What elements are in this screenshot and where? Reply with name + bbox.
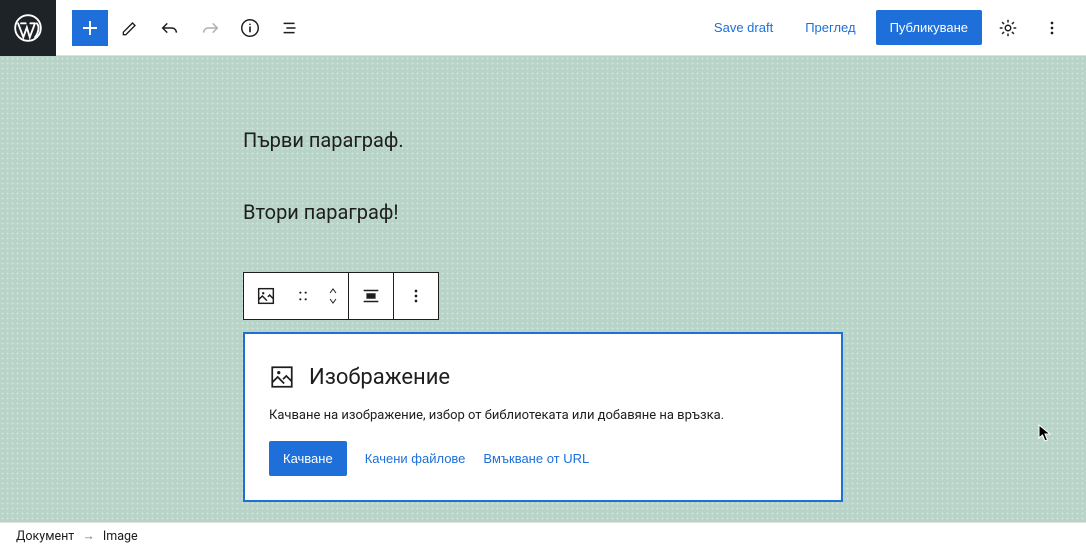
move-updown[interactable]	[318, 273, 348, 319]
chevron-right-icon: →	[82, 529, 95, 544]
toolbar-left	[56, 10, 308, 46]
more-options-button[interactable]	[1034, 10, 1070, 46]
image-block-placeholder: Изображение Качване на изображение, избо…	[243, 332, 843, 502]
editor-canvas: Първи параграф. Втори параграф!	[0, 56, 1086, 522]
save-draft-button[interactable]: Save draft	[702, 12, 785, 43]
add-block-button[interactable]	[72, 10, 108, 46]
mouse-cursor-icon	[1038, 424, 1054, 442]
breadcrumb: Документ → Image	[0, 522, 1086, 550]
paragraph-block[interactable]: Втори параграф!	[243, 200, 843, 224]
info-button[interactable]	[232, 10, 268, 46]
outline-button[interactable]	[272, 10, 308, 46]
undo-button[interactable]	[152, 10, 188, 46]
settings-button[interactable]	[990, 10, 1026, 46]
editor-topbar: Save draft Преглед Публикуване	[0, 0, 1086, 56]
redo-button[interactable]	[192, 10, 228, 46]
block-type-button[interactable]	[244, 273, 288, 319]
placeholder-description: Качване на изображение, избор от библиот…	[269, 408, 817, 423]
wordpress-logo[interactable]	[0, 0, 56, 56]
more-block-options[interactable]	[394, 273, 438, 319]
insert-from-url-button[interactable]: Вмъкване от URL	[483, 451, 589, 466]
preview-button[interactable]: Преглед	[793, 12, 867, 43]
upload-button[interactable]: Качване	[269, 441, 347, 476]
publish-button[interactable]: Публикуване	[876, 10, 982, 45]
media-library-button[interactable]: Качени файлове	[365, 451, 466, 466]
move-handle[interactable]	[288, 273, 318, 319]
toolbar-right: Save draft Преглед Публикуване	[702, 10, 1086, 46]
placeholder-title: Изображение	[309, 365, 450, 390]
placeholder-actions: Качване Качени файлове Вмъкване от URL	[269, 441, 817, 476]
block-toolbar	[243, 272, 439, 320]
breadcrumb-document[interactable]: Документ	[16, 529, 74, 544]
breadcrumb-block[interactable]: Image	[103, 529, 138, 544]
align-button[interactable]	[349, 273, 393, 319]
image-icon	[269, 364, 295, 390]
edit-mode-button[interactable]	[112, 10, 148, 46]
paragraph-block[interactable]: Първи параграф.	[243, 128, 843, 152]
content-area: Първи параграф. Втори параграф!	[243, 56, 843, 502]
placeholder-header: Изображение	[269, 364, 817, 390]
